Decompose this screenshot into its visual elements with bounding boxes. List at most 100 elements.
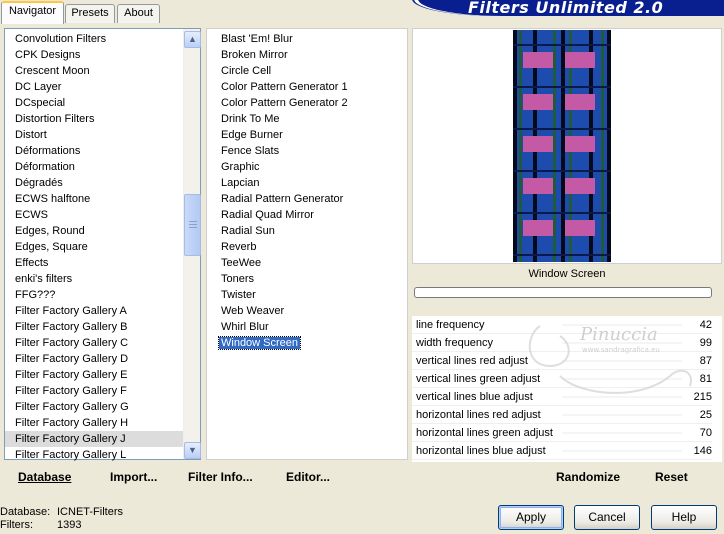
status-database-label: Database: — [0, 506, 51, 518]
editor-button[interactable]: Editor... — [286, 463, 330, 491]
category-item[interactable]: enki's filters — [5, 271, 183, 287]
category-item[interactable]: CPK Designs — [5, 47, 183, 63]
filter-item[interactable]: Radial Quad Mirror — [207, 207, 316, 223]
parameter-value: 99 — [699, 337, 712, 349]
filter-item[interactable]: Reverb — [207, 239, 258, 255]
category-item[interactable]: Filter Factory Gallery F — [5, 383, 183, 399]
parameter-name: horizontal lines red adjust — [416, 409, 541, 421]
category-item[interactable]: DC Layer — [5, 79, 183, 95]
filter-item[interactable]: Edge Burner — [207, 127, 285, 143]
category-item[interactable]: Filter Factory Gallery L — [5, 447, 183, 463]
category-item[interactable]: Convolution Filters — [5, 31, 183, 47]
status-filters: Filters: 1393 — [0, 518, 81, 532]
filter-item-label: Radial Pattern Generator — [221, 193, 344, 205]
category-item[interactable]: Filter Factory Gallery E — [5, 367, 183, 383]
category-item[interactable]: ECWS halftone — [5, 191, 183, 207]
scroll-up-button[interactable]: ▲ — [184, 31, 201, 48]
filter-item[interactable]: Toners — [207, 271, 256, 287]
tab-about[interactable]: About — [117, 4, 160, 23]
parameter-row[interactable]: line frequency 42 — [412, 316, 712, 334]
category-item[interactable]: Edges, Round — [5, 223, 183, 239]
filter-item-label: TeeWee — [221, 257, 262, 269]
filter-item-label: Web Weaver — [221, 305, 285, 317]
filter-item-label: Color Pattern Generator 2 — [221, 97, 348, 109]
parameter-slider[interactable] — [562, 324, 682, 326]
parameter-name: width frequency — [416, 337, 494, 349]
parameter-row[interactable]: horizontal lines green adjust 70 — [412, 424, 712, 442]
parameter-name: horizontal lines blue adjust — [416, 445, 546, 457]
scroll-thumb[interactable] — [184, 194, 201, 256]
category-item[interactable]: Filter Factory Gallery B — [5, 319, 183, 335]
filter-item-label: Drink To Me — [221, 113, 280, 125]
category-item[interactable]: Déformations — [5, 143, 183, 159]
category-item[interactable]: Déformation — [5, 159, 183, 175]
category-list[interactable]: Convolution Filters CPK Designs Crescent M… — [4, 28, 201, 463]
parameter-slider[interactable] — [562, 414, 682, 416]
parameter-value: 25 — [699, 409, 712, 421]
filter-item-label: Radial Sun — [221, 225, 275, 237]
filter-item[interactable]: Twister — [207, 287, 258, 303]
tab-presets[interactable]: Presets — [65, 4, 115, 23]
filter-item[interactable]: Web Weaver — [207, 303, 286, 319]
parameter-slider[interactable] — [562, 360, 682, 362]
parameter-value: 70 — [699, 427, 712, 439]
cancel-button[interactable]: Cancel — [574, 505, 640, 530]
filter-item[interactable]: Radial Sun — [207, 223, 277, 239]
category-item[interactable]: Filter Factory Gallery C — [5, 335, 183, 351]
category-scrollbar[interactable]: ▲ ▼ — [183, 29, 201, 459]
parameter-row[interactable]: horizontal lines red adjust 25 — [412, 406, 712, 424]
database-button[interactable]: Database — [18, 463, 71, 491]
apply-button[interactable]: Apply — [498, 505, 564, 530]
list-toolbar: Database Import... Filter Info... Editor… — [0, 463, 410, 489]
param-toolbar: Randomize Reset — [412, 463, 722, 489]
filter-list[interactable]: Blast 'Em! Blur Broken Mirror Circle Cell C… — [206, 28, 408, 460]
category-item[interactable]: Distort — [5, 127, 183, 143]
parameter-row[interactable]: width frequency 99 — [412, 334, 712, 352]
filter-item-label: Graphic — [221, 161, 260, 173]
parameter-row[interactable]: vertical lines blue adjust 215 — [412, 388, 712, 406]
parameter-slider[interactable] — [562, 342, 682, 344]
category-item[interactable]: Dégradés — [5, 175, 183, 191]
category-item[interactable]: Filter Factory Gallery H — [5, 415, 183, 431]
filter-item[interactable]: Color Pattern Generator 2 — [207, 95, 350, 111]
filter-item[interactable]: Color Pattern Generator 1 — [207, 79, 350, 95]
category-item[interactable]: Edges, Square — [5, 239, 183, 255]
filter-item-label: Color Pattern Generator 1 — [221, 81, 348, 93]
category-item[interactable]: Filter Factory Gallery D — [5, 351, 183, 367]
help-button[interactable]: Help — [651, 505, 717, 530]
tab-navigator[interactable]: Navigator — [1, 1, 64, 24]
filter-item[interactable]: Blast 'Em! Blur — [207, 31, 295, 47]
scroll-down-button[interactable]: ▼ — [184, 442, 201, 459]
category-item[interactable]: Filter Factory Gallery A — [5, 303, 183, 319]
filter-item[interactable]: TeeWee — [207, 255, 263, 271]
import-button[interactable]: Import... — [110, 463, 157, 491]
filter-item[interactable]: Circle Cell — [207, 63, 273, 79]
filter-item[interactable]: Radial Pattern Generator — [207, 191, 345, 207]
parameter-row[interactable]: horizontal lines blue adjust 146 — [412, 442, 712, 460]
category-item[interactable]: ECWS — [5, 207, 183, 223]
category-item[interactable]: FFG??? — [5, 287, 183, 303]
filter-item[interactable]: Window Screen — [207, 335, 302, 351]
randomize-button[interactable]: Randomize — [556, 463, 620, 491]
parameter-slider[interactable] — [562, 378, 682, 380]
filter-item[interactable]: Drink To Me — [207, 111, 281, 127]
filter-info-button[interactable]: Filter Info... — [188, 463, 253, 491]
parameter-slider[interactable] — [562, 432, 682, 434]
parameter-value: 87 — [699, 355, 712, 367]
category-item[interactable]: DCspecial — [5, 95, 183, 111]
parameter-row[interactable]: vertical lines red adjust 87 — [412, 352, 712, 370]
reset-button[interactable]: Reset — [655, 463, 688, 491]
category-item[interactable]: Crescent Moon — [5, 63, 183, 79]
filter-item[interactable]: Graphic — [207, 159, 262, 175]
filter-item[interactable]: Broken Mirror — [207, 47, 290, 63]
parameter-slider[interactable] — [562, 450, 682, 452]
parameter-slider[interactable] — [562, 396, 682, 398]
filter-item[interactable]: Lapcian — [207, 175, 262, 191]
category-item[interactable]: Distortion Filters — [5, 111, 183, 127]
category-item[interactable]: Effects — [5, 255, 183, 271]
filter-item[interactable]: Whirl Blur — [207, 319, 271, 335]
filter-item[interactable]: Fence Slats — [207, 143, 281, 159]
parameter-row[interactable]: vertical lines green adjust 81 — [412, 370, 712, 388]
category-item[interactable]: Filter Factory Gallery G — [5, 399, 183, 415]
category-item[interactable]: Filter Factory Gallery J — [5, 431, 183, 447]
